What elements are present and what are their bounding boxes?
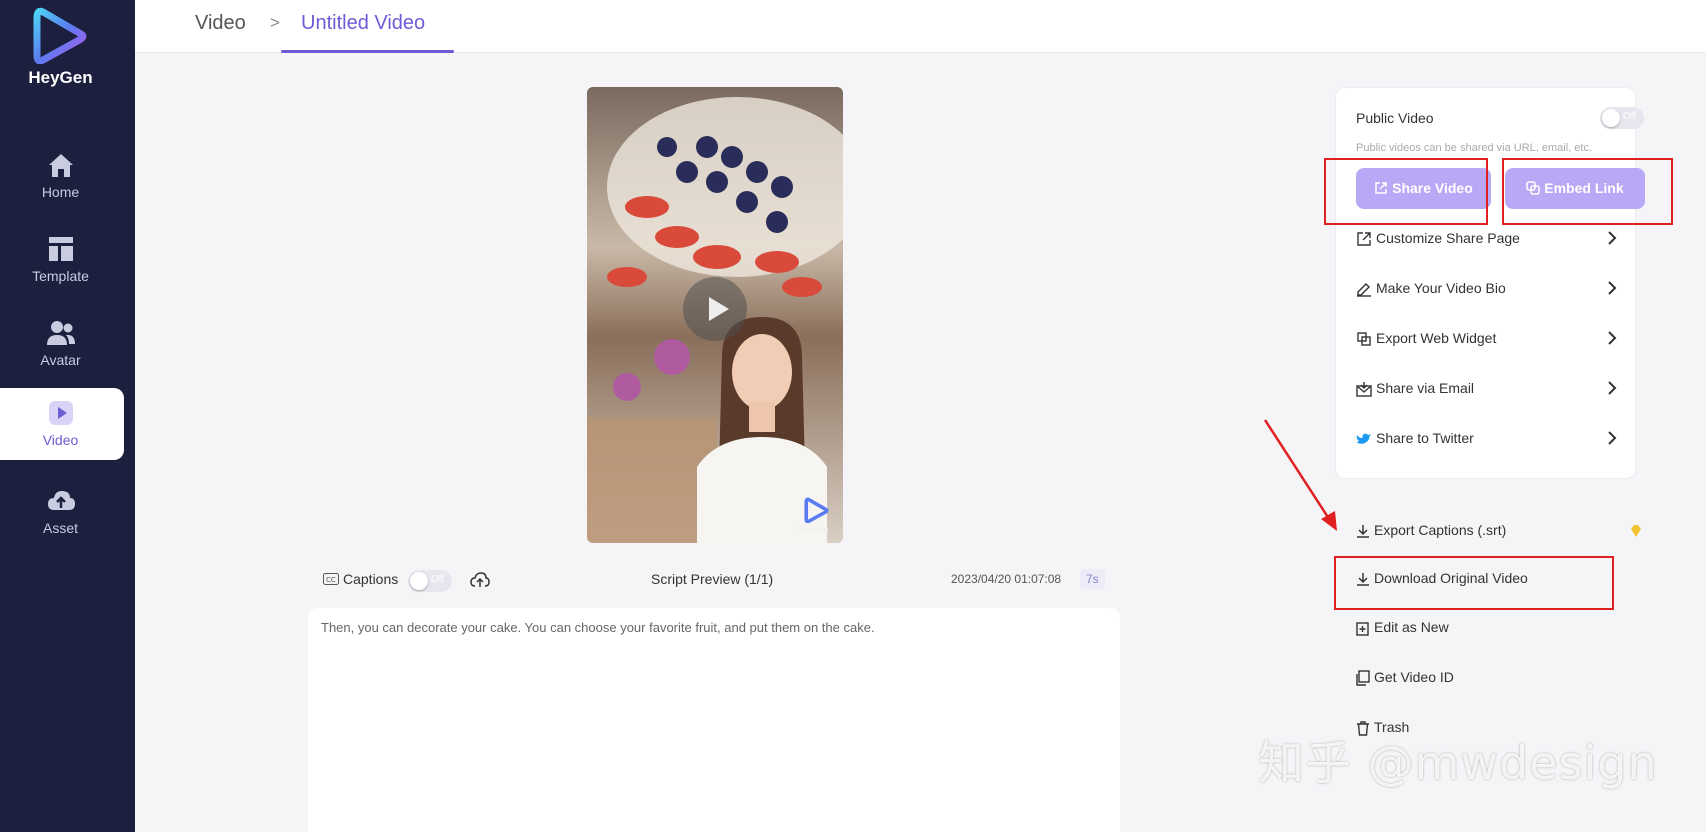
svg-text:CC: CC [326,576,336,584]
heygen-logo[interactable]: HeyGen [0,0,135,96]
toggle-state: Off [431,574,445,585]
email-icon [1356,382,1372,397]
video-watermark-text: HeyGen [799,525,829,534]
captions-toggle[interactable]: Off [408,570,452,592]
sidebar-item-template[interactable]: Template [0,224,124,296]
annotation-box-download [1334,556,1614,610]
option-label: Export Web Widget [1376,330,1497,346]
heygen-watermark-icon [804,497,829,523]
action-label: Edit as New [1374,619,1449,635]
twitter-icon [1356,433,1371,444]
sidebar-item-asset[interactable]: Asset [0,476,124,548]
option-label: Customize Share Page [1376,230,1520,246]
option-export-web-widget[interactable]: Export Web Widget [1356,328,1618,352]
brand-name: HeyGen [28,68,93,87]
copy-icon [1356,670,1370,686]
option-make-video-bio[interactable]: Make Your Video Bio [1356,278,1618,302]
chevron-right-icon: > [270,13,280,32]
sidebar: HeyGen Home Template Avatar Video Asset [0,0,135,832]
annotation-arrow [1263,419,1337,531]
action-label: Export Captions (.srt) [1374,522,1507,538]
share-panel: Public Video Off Public videos can be sh… [1335,87,1645,479]
option-share-to-twitter[interactable]: Share to Twitter [1356,428,1618,452]
toggle-knob [1602,109,1620,127]
action-get-video-id[interactable]: Get Video ID [1355,667,1615,691]
annotation-box-share-video [1324,158,1488,225]
breadcrumb-parent[interactable]: Video [195,12,246,35]
script-preview-label: Script Preview (1/1) [651,571,774,587]
cc-icon: CC [323,573,339,585]
toggle-state: Off [1623,111,1637,122]
top-bar: Video > Untitled Video [135,0,1706,53]
public-video-hint: Public videos can be shared via URL, ema… [1356,142,1593,154]
gem-icon [1631,525,1641,537]
sidebar-item-home[interactable]: Home [0,140,124,212]
sidebar-item-label: Asset [42,520,78,536]
script-text: Then, you can decorate your cake. You ca… [321,620,875,635]
chevron-right-icon [1608,381,1617,395]
video-player[interactable]: HeyGen [587,87,843,543]
chevron-right-icon [1608,231,1617,245]
signature-icon [1357,283,1371,297]
action-export-captions[interactable]: Export Captions (.srt) [1355,520,1641,544]
script-box: Then, you can decorate your cake. You ca… [308,608,1120,832]
action-label: Get Video ID [1374,669,1454,685]
sidebar-item-video[interactable]: Video [0,388,124,460]
breadcrumb-current[interactable]: Untitled Video [301,12,425,35]
sidebar-item-avatar[interactable]: Avatar [0,308,124,380]
sidebar-item-label: Home [41,184,80,200]
captions-label: Captions [343,571,399,587]
caption-bar: CC Captions Off Script Preview (1/1) 202… [308,568,1108,592]
home-icon [49,154,73,177]
sidebar-item-label: Avatar [40,352,81,368]
template-icon [49,237,73,261]
sidebar-item-label: Template [32,268,89,284]
annotation-box-embed-link [1502,158,1673,225]
option-label: Make Your Video Bio [1376,280,1506,296]
action-edit-as-new[interactable]: Edit as New [1355,617,1615,641]
public-video-toggle[interactable]: Off [1600,107,1644,129]
active-tab-underline [281,50,454,53]
avatar-icon [47,321,75,345]
play-icon[interactable] [683,277,747,341]
option-share-via-email[interactable]: Share via Email [1356,378,1618,402]
sidebar-item-label: Video [42,432,79,448]
option-label: Share to Twitter [1376,430,1474,446]
chevron-right-icon [1608,281,1617,295]
chevron-right-icon [1608,331,1617,345]
video-icon [49,401,73,425]
duration-badge: 7s [1080,569,1105,589]
upload-cloud-icon [48,491,75,510]
chevron-right-icon [1608,431,1617,445]
download-icon [1357,525,1369,538]
option-customize-share-page[interactable]: Customize Share Page [1356,228,1618,252]
upload-cloud-icon[interactable] [470,571,490,589]
heygen-logo-icon [33,7,87,64]
watermark-text: 知乎 @mwdesign [1258,736,1658,790]
edit-new-icon [1356,622,1369,636]
external-link-icon [1357,232,1371,246]
widget-icon [1357,332,1371,346]
toggle-knob [410,572,428,590]
video-timestamp: 2023/04/20 01:07:08 [951,572,1062,586]
public-video-label: Public Video [1356,110,1434,126]
option-label: Share via Email [1376,380,1475,396]
